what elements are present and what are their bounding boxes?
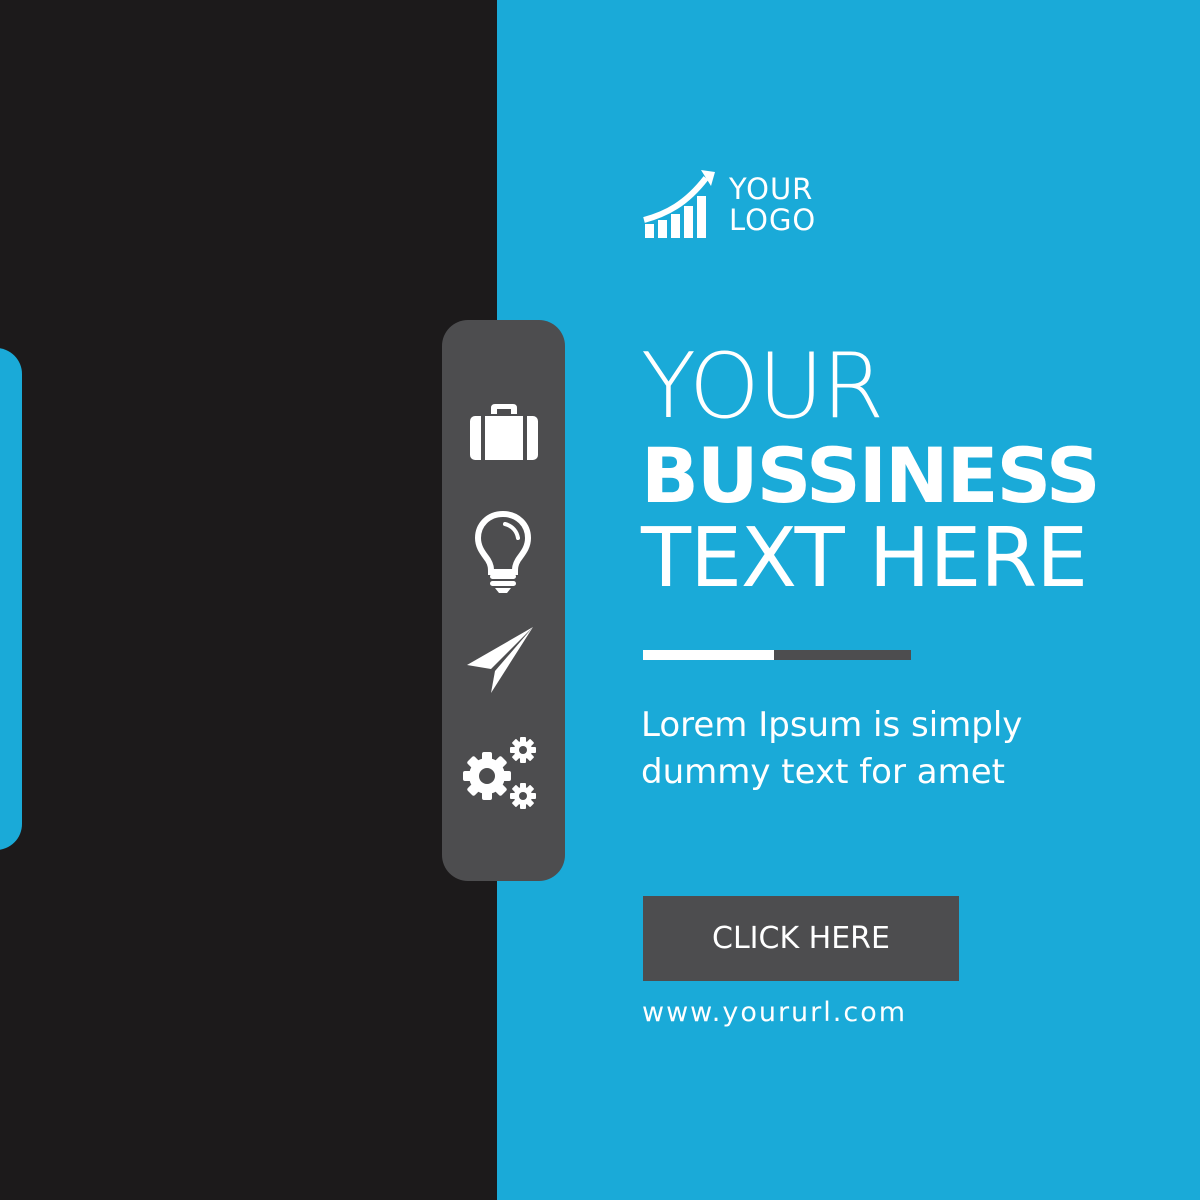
- logo-line-2: LOGO: [729, 203, 817, 237]
- logo-text: YOUR LOGO: [729, 174, 816, 236]
- headline-line-3: TEXT HERE: [641, 511, 1088, 606]
- click-here-button[interactable]: CLICK HERE: [643, 896, 959, 981]
- lightbulb-icon[interactable]: [473, 510, 533, 594]
- paper-plane-icon[interactable]: [465, 625, 535, 695]
- website-url-link[interactable]: www.yoururl.com: [642, 995, 907, 1031]
- headline-line-1: YOUR: [641, 334, 884, 439]
- left-dark-panel: [0, 0, 497, 1200]
- subtext: Lorem Ipsum is simply dummy text for ame…: [641, 705, 1023, 792]
- briefcase-icon[interactable]: [469, 402, 539, 462]
- divider-highlight: [643, 650, 774, 660]
- brand-logo[interactable]: YOUR LOGO: [641, 168, 841, 243]
- left-accent-tab: [0, 348, 22, 850]
- icon-sidebar: [442, 320, 565, 881]
- logo-line-1: YOUR: [729, 172, 814, 206]
- bar-growth-arrow-icon: [643, 170, 715, 238]
- divider-bar: [643, 650, 911, 660]
- gears-icon[interactable]: [459, 734, 543, 814]
- headline-line-2: BUSSINESS: [641, 431, 1101, 520]
